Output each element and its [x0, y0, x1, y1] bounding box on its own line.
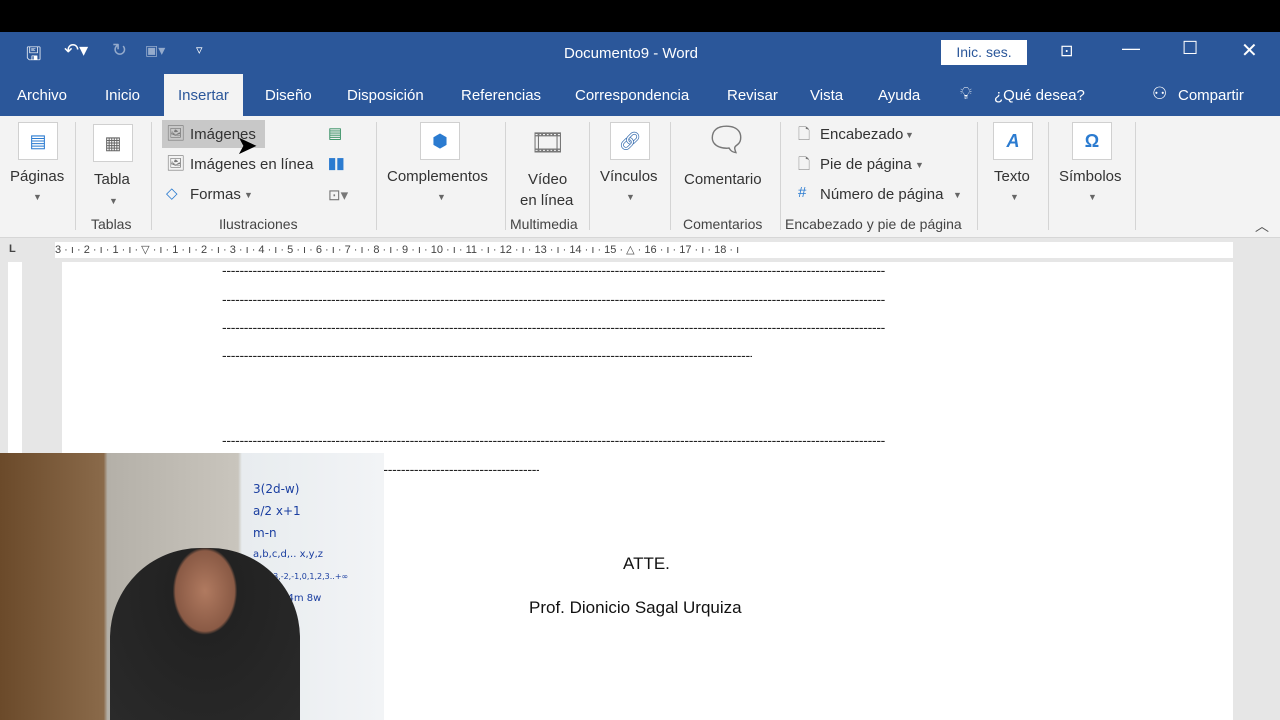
board-line: a/2 x+1 [253, 504, 301, 518]
format-icon[interactable]: ▣▾ [145, 42, 165, 59]
webcam-overlay: 3(2d-w) a/2 x+1 m-n a,b,c,d,.. x,y,z -∞,… [0, 453, 384, 720]
minimize-icon[interactable]: — [1122, 38, 1140, 59]
symbols-button[interactable]: Símbolos [1059, 168, 1122, 185]
maximize-icon[interactable]: ☐ [1182, 38, 1198, 59]
chart-icon[interactable]: ▮▮ [328, 154, 345, 172]
tab-ayuda[interactable]: Ayuda [864, 74, 934, 116]
table-icon: ▦ [93, 124, 133, 162]
online-picture-icon: 🖼︎ [166, 155, 186, 172]
links-button[interactable]: Vínculos [600, 168, 658, 185]
closing-text: ATTE. [623, 554, 670, 573]
pages-button[interactable]: Páginas [10, 168, 64, 185]
tab-correspondencia[interactable]: Correspondencia [561, 74, 703, 116]
signature-text: Prof. Dionicio Sagal Urquiza [529, 598, 742, 617]
customize-icon[interactable]: ▿ [196, 42, 203, 58]
omega-icon: Ω [1072, 122, 1112, 160]
tab-diseno[interactable]: Diseño [251, 74, 326, 116]
tab-selector-icon[interactable]: L [9, 243, 16, 255]
tab-vista[interactable]: Vista [796, 74, 857, 116]
chevron-down-icon: ▼ [109, 196, 118, 206]
page-number-icon: # [798, 184, 807, 201]
video-button[interactable]: Vídeo [528, 171, 567, 188]
save-icon[interactable]: 🖫 [26, 42, 41, 72]
addins-button[interactable]: Complementos [387, 168, 488, 185]
person-icon: ⚇ [1152, 84, 1168, 103]
lightbulb-icon: 💡︎ [960, 84, 972, 103]
shapes-button[interactable]: Formas [190, 186, 241, 203]
close-icon[interactable]: ✕ [1241, 38, 1258, 63]
screenshot-icon[interactable]: ⊡▾ [328, 186, 348, 204]
dash-line: ----------------------------------------… [222, 319, 886, 335]
picture-icon: 🖼︎ [166, 125, 186, 142]
dash-line: ----------------------------------------… [222, 291, 886, 307]
link-icon: 🔗︎ [610, 122, 650, 160]
collapse-ribbon-icon[interactable]: ︿ [1255, 216, 1269, 236]
tab-disposicion[interactable]: Disposición [333, 74, 438, 116]
table-button[interactable]: Tabla [94, 171, 130, 188]
undo-icon[interactable]: ↶▾ [64, 40, 88, 61]
ribbon-tabs: Archivo Inicio Insertar Diseño Disposici… [0, 74, 1280, 116]
smartart-icon[interactable]: ▤ [328, 124, 342, 142]
dash-line: ----------------------------------------… [222, 347, 752, 363]
title-bar: 🖫 ↶▾ ↻ ▣▾ ▿ Documento9 - Word Inic. ses.… [0, 32, 1280, 74]
board-line: m-n [253, 526, 277, 540]
ribbon-display-icon[interactable]: ⊡ [1060, 41, 1073, 61]
shapes-icon: ◇ [166, 185, 178, 202]
ribbon: ▤ Páginas ▼ ▦ Tabla ▼ Tablas 🖼︎ Imágenes… [0, 116, 1280, 238]
tab-referencias[interactable]: Referencias [447, 74, 555, 116]
group-label-ilustraciones: Ilustraciones [219, 216, 298, 232]
tell-me-input[interactable]: ¿Qué desea? [994, 87, 1085, 104]
group-label-encabezado: Encabezado y pie de página [785, 216, 962, 232]
tab-archivo[interactable]: Archivo [3, 74, 81, 116]
header-icon: 🗋 [798, 126, 811, 143]
dash-line: ----------------------------------------… [222, 262, 886, 278]
window-title: Documento9 - Word [564, 45, 698, 62]
footer-button[interactable]: Pie de página [820, 156, 912, 173]
redo-icon[interactable]: ↻ [112, 40, 127, 61]
horizontal-ruler: L 3 · ı · 2 · ı · 1 · ı · ▽ · ı · 1 · ı … [0, 238, 1280, 262]
tab-revisar[interactable]: Revisar [713, 74, 792, 116]
video-button-line2[interactable]: en línea [520, 192, 573, 209]
text-icon: A [993, 122, 1033, 160]
footer-icon: 🗋 [798, 156, 811, 173]
comment-button[interactable]: Comentario [684, 171, 762, 188]
comment-icon: 🗨︎ [705, 121, 749, 159]
dash-line: ----------------------------------------… [222, 432, 886, 448]
header-button[interactable]: Encabezado [820, 126, 903, 143]
share-button[interactable]: Compartir [1178, 87, 1244, 104]
board-line: 3(2d-w) [253, 482, 300, 496]
addins-icon: ⬢ [420, 122, 460, 160]
chevron-down-icon: ▼ [33, 192, 42, 202]
presenter [110, 548, 300, 720]
video-icon: 🎞︎ [530, 127, 566, 158]
tab-insertar[interactable]: Insertar [164, 74, 243, 116]
group-label-multimedia: Multimedia [510, 216, 578, 232]
signin-button[interactable]: Inic. ses. [941, 40, 1027, 65]
group-label-comentarios: Comentarios [683, 216, 763, 232]
pages-icon: ▤ [18, 122, 58, 160]
text-button[interactable]: Texto [994, 168, 1030, 185]
group-label-tablas: Tablas [91, 216, 132, 232]
tab-inicio[interactable]: Inicio [91, 74, 154, 116]
mouse-cursor-icon: ➤ [236, 130, 258, 160]
ruler-scale[interactable]: 3 · ı · 2 · ı · 1 · ı · ▽ · ı · 1 · ı · … [55, 244, 739, 256]
board-line: a,b,c,d,.. x,y,z [253, 549, 324, 560]
page-number-button[interactable]: Número de página [820, 186, 943, 203]
